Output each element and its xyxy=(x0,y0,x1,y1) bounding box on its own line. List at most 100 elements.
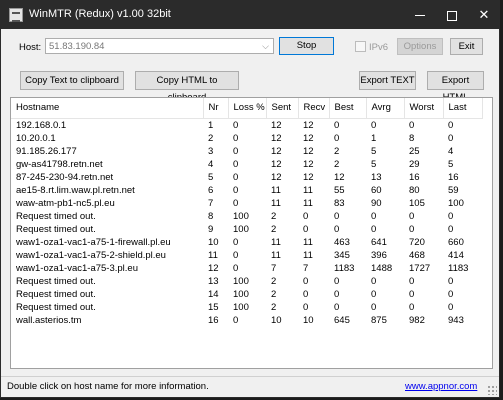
results-list[interactable]: Hostname Nr Loss % Sent Recv Best Avrg W… xyxy=(10,97,493,369)
table-row[interactable]: 87-245-230-94.retn.net 5 0 12 12 12 13 16 16 xyxy=(11,171,482,184)
value-cell: 83 xyxy=(334,197,345,209)
column-header-nr[interactable]: Nr xyxy=(203,98,229,119)
ipv6-checkbox[interactable]: IPv6 xyxy=(355,41,388,53)
table-row[interactable]: 10.20.0.1 2 0 12 12 0 1 8 0 xyxy=(11,132,482,145)
table-row[interactable]: wall.asterios.tm 16 0 10 10 645 875 982 943 xyxy=(11,314,482,327)
host-input[interactable] xyxy=(46,39,254,53)
column-header-hostname[interactable]: Hostname xyxy=(11,98,204,119)
value-cell: 0 xyxy=(371,301,377,313)
chevron-down-icon[interactable]: ⌵ xyxy=(258,39,273,53)
column-header-loss[interactable]: Loss % xyxy=(228,98,267,119)
export-html-button[interactable]: Export HTML xyxy=(427,71,484,103)
value-cell: 100 xyxy=(233,301,249,313)
value-cell: 100 xyxy=(448,197,464,209)
table-row[interactable]: 91.185.26.177 3 0 12 12 2 5 25 4 xyxy=(11,145,482,158)
results-table: Hostname Nr Loss % Sent Recv Best Avrg W… xyxy=(11,98,483,327)
value-cell: 60 xyxy=(371,184,382,196)
column-header-last[interactable]: Last xyxy=(443,98,483,119)
value-cell: 12 xyxy=(334,171,345,183)
column-header-sent[interactable]: Sent xyxy=(266,98,299,119)
copy-text-button[interactable]: Copy Text to clipboard xyxy=(20,71,124,90)
value-cell: 12 xyxy=(303,132,314,144)
stop-button[interactable]: Stop xyxy=(279,37,334,55)
table-row[interactable]: waw-atm-pb1-nc5.pl.eu 7 0 11 11 83 90 105 100 xyxy=(11,197,482,210)
value-cell: 29 xyxy=(409,158,420,170)
title-bar[interactable]: WinMTR (Redux) v1.00 32bit ✕ xyxy=(1,1,499,29)
value-cell: 0 xyxy=(334,210,340,222)
value-cell: 0 xyxy=(303,288,309,300)
column-header-best[interactable]: Best xyxy=(329,98,367,119)
copy-html-button[interactable]: Copy HTML to clipboard xyxy=(135,71,239,103)
table-row[interactable]: waw1-oza1-vac1-a75-1-firewall.pl.eu 10 0 11… xyxy=(11,236,482,249)
table-row[interactable]: Request timed out. 9 100 2 0 0 0 0 0 xyxy=(11,223,482,236)
host-label: Host: xyxy=(19,42,42,53)
hostname-cell: 192.168.0.1 xyxy=(16,119,67,131)
hostname-cell: 10.20.0.1 xyxy=(16,132,56,144)
value-cell: 645 xyxy=(334,314,350,326)
value-cell: 2 xyxy=(271,301,277,313)
minimize-button[interactable] xyxy=(405,1,435,29)
value-cell: 2 xyxy=(271,288,277,300)
value-cell: 4 xyxy=(448,145,454,157)
value-cell: 7 xyxy=(208,197,214,209)
value-cell: 0 xyxy=(233,314,239,326)
table-row[interactable]: Request timed out. 13 100 2 0 0 0 0 0 xyxy=(11,275,482,288)
close-button[interactable]: ✕ xyxy=(469,1,499,29)
value-cell: 90 xyxy=(371,197,382,209)
value-cell: 10 xyxy=(208,236,219,248)
value-cell: 0 xyxy=(448,275,454,287)
ipv6-label: IPv6 xyxy=(369,42,389,53)
minimize-icon xyxy=(415,15,425,17)
app-icon xyxy=(9,8,23,22)
value-cell: 25 xyxy=(409,145,420,157)
options-button[interactable]: Options xyxy=(397,38,443,55)
value-cell: 5 xyxy=(208,171,214,183)
status-message: Double click on host name for more infor… xyxy=(7,381,209,392)
column-header-worst[interactable]: Worst xyxy=(404,98,444,119)
value-cell: 12 xyxy=(271,158,282,170)
value-cell: 0 xyxy=(409,119,415,131)
value-cell: 0 xyxy=(334,223,340,235)
value-cell: 0 xyxy=(233,119,239,131)
value-cell: 5 xyxy=(371,145,377,157)
value-cell: 0 xyxy=(334,119,340,131)
table-row[interactable]: Request timed out. 15 100 2 0 0 0 0 0 xyxy=(11,301,482,314)
value-cell: 0 xyxy=(409,223,415,235)
value-cell: 55 xyxy=(334,184,345,196)
resize-grip-icon[interactable] xyxy=(487,385,497,395)
hostname-cell: waw1-oza1-vac1-a75-2-shield.pl.eu xyxy=(16,249,166,261)
website-link[interactable]: www.appnor.com xyxy=(405,381,477,392)
table-row[interactable]: gw-as41798.retn.net 4 0 12 12 2 5 29 5 xyxy=(11,158,482,171)
host-combobox[interactable]: ⌵ xyxy=(45,38,274,54)
value-cell: 0 xyxy=(303,210,309,222)
status-bar: Double click on host name for more infor… xyxy=(1,376,499,397)
hostname-cell: waw1-oza1-vac1-a75-3.pl.eu xyxy=(16,262,138,274)
value-cell: 11 xyxy=(303,184,313,196)
column-header-avrg[interactable]: Avrg xyxy=(366,98,405,119)
value-cell: 0 xyxy=(233,197,239,209)
maximize-button[interactable] xyxy=(437,1,467,29)
table-row[interactable]: Request timed out. 14 100 2 0 0 0 0 0 xyxy=(11,288,482,301)
table-row[interactable]: Request timed out. 8 100 2 0 0 0 0 0 xyxy=(11,210,482,223)
table-row[interactable]: ae15-8.rt.lim.waw.pl.retn.net 6 0 11 11 55 60 8… xyxy=(11,184,482,197)
table-row[interactable]: waw1-oza1-vac1-a75-2-shield.pl.eu 11 0 11 11… xyxy=(11,249,482,262)
winmtr-window: WinMTR (Redux) v1.00 32bit ✕ Host: ⌵ Sto… xyxy=(0,0,500,398)
value-cell: 0 xyxy=(303,301,309,313)
value-cell: 641 xyxy=(371,236,387,248)
table-row[interactable]: 192.168.0.1 1 0 12 12 0 0 0 0 xyxy=(11,118,482,132)
value-cell: 2 xyxy=(208,132,214,144)
column-header-recv[interactable]: Recv xyxy=(298,98,330,119)
value-cell: 12 xyxy=(271,132,282,144)
value-cell: 1183 xyxy=(334,262,355,274)
value-cell: 0 xyxy=(233,145,239,157)
value-cell: 1 xyxy=(371,132,377,144)
value-cell: 0 xyxy=(303,223,309,235)
value-cell: 396 xyxy=(371,249,387,261)
value-cell: 8 xyxy=(409,132,415,144)
value-cell: 12 xyxy=(271,171,282,183)
exit-button[interactable]: Exit xyxy=(450,38,483,55)
value-cell: 4 xyxy=(208,158,214,170)
hostname-cell: Request timed out. xyxy=(16,210,96,222)
export-text-button[interactable]: Export TEXT xyxy=(359,71,416,90)
table-row[interactable]: waw1-oza1-vac1-a75-3.pl.eu 12 0 7 7 1183 1488 1… xyxy=(11,262,482,275)
